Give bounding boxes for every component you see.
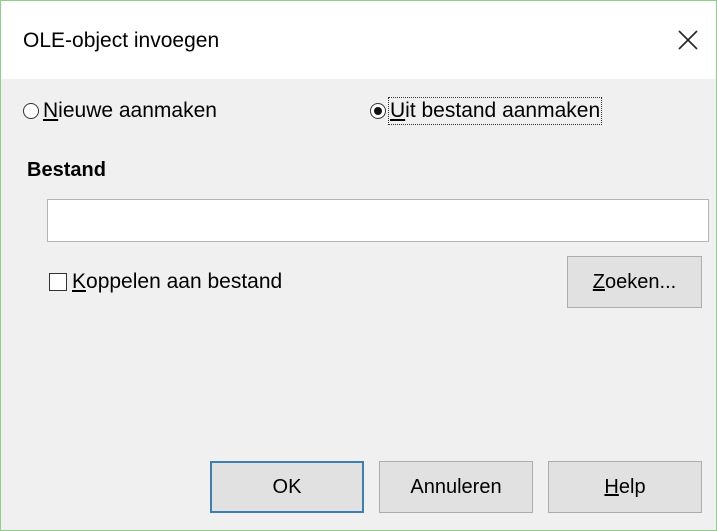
search-button[interactable]: Zoeken... xyxy=(567,256,702,308)
radio-from-file-rest: it bestand aanmaken xyxy=(405,99,601,122)
search-rest: oeken... xyxy=(605,270,677,293)
radio-create-from-file[interactable]: Uit bestand aanmaken xyxy=(370,96,603,126)
radio-button-selected-icon xyxy=(370,103,386,119)
ok-button[interactable]: OK xyxy=(210,461,364,513)
dialog-title: OLE-object invoegen xyxy=(23,29,220,52)
ole-object-dialog: OLE-object invoegen Nieuwe aanmaken Uit … xyxy=(0,0,717,531)
file-section-heading: Bestand xyxy=(27,159,106,181)
close-icon xyxy=(677,29,699,51)
radio-create-new-mnemonic: N xyxy=(43,99,59,122)
radio-from-file-mnemonic: U xyxy=(390,99,406,122)
radio-create-new-label: Nieuwe aanmaken xyxy=(43,99,217,123)
link-to-file-checkbox[interactable]: Koppelen aan bestand xyxy=(49,267,282,297)
close-button[interactable] xyxy=(660,15,716,65)
link-to-file-label: Koppelen aan bestand xyxy=(72,270,282,294)
file-path-input[interactable] xyxy=(47,199,709,242)
radio-from-file-label: Uit bestand aanmaken xyxy=(387,97,603,125)
search-mnemonic: Z xyxy=(592,270,606,293)
radio-button-unselected-icon xyxy=(23,103,39,119)
help-rest: elp xyxy=(618,475,646,498)
ok-button-label: OK xyxy=(272,475,302,498)
search-button-label: Zoeken... xyxy=(593,271,676,294)
title-bar: OLE-object invoegen xyxy=(1,1,716,79)
radio-create-new[interactable]: Nieuwe aanmaken xyxy=(23,96,217,126)
link-rest: oppelen aan bestand xyxy=(86,270,283,293)
link-mnemonic: K xyxy=(72,270,87,293)
cancel-button-label: Annuleren xyxy=(410,475,502,498)
cancel-button[interactable]: Annuleren xyxy=(379,461,533,513)
radio-create-new-rest: ieuwe aanmaken xyxy=(58,99,217,122)
checkbox-unchecked-icon xyxy=(49,273,67,291)
help-button[interactable]: Help xyxy=(548,461,702,513)
help-mnemonic: H xyxy=(604,475,619,498)
help-button-label: Help xyxy=(604,476,645,499)
